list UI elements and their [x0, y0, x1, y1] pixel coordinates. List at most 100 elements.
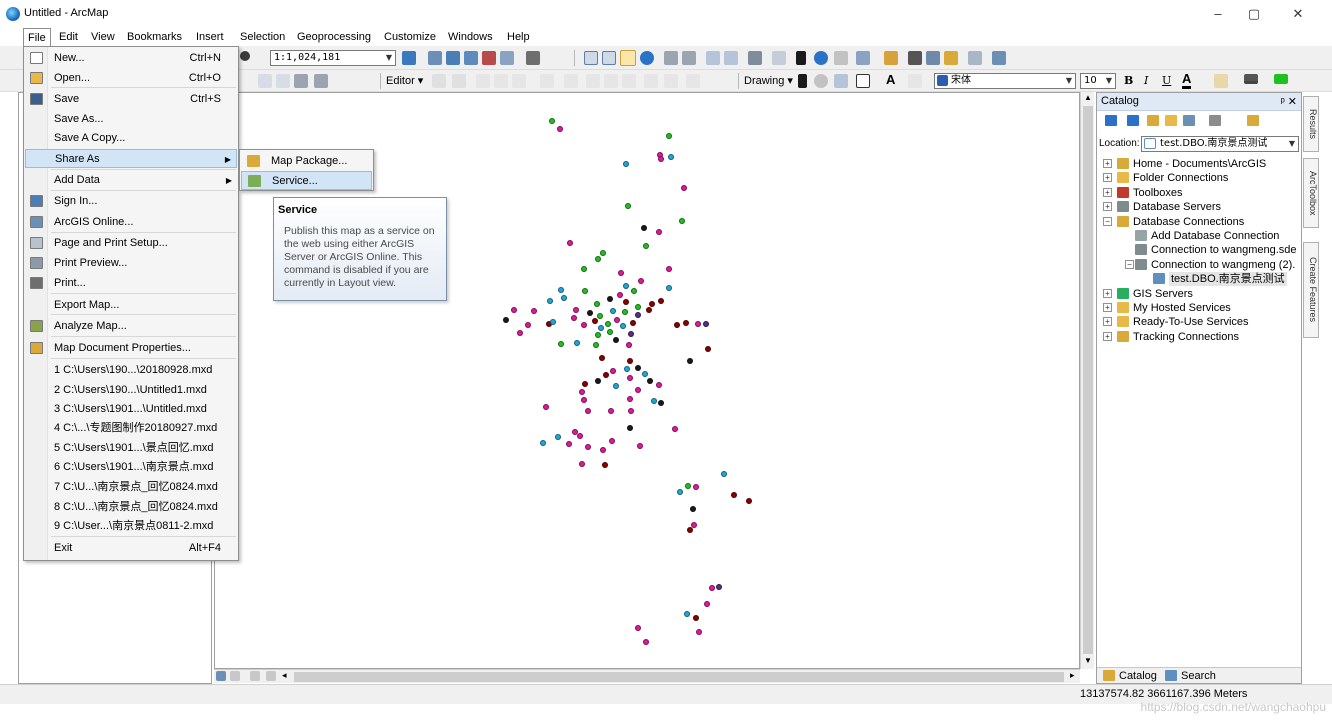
rotate-icon[interactable]: [622, 74, 636, 88]
new-text-icon[interactable]: A: [886, 73, 895, 87]
layout-view-icon[interactable]: [258, 74, 272, 88]
pause-drawing-icon[interactable]: [266, 671, 276, 681]
file-menu-item-export-map[interactable]: Export Map...: [25, 296, 237, 315]
views-icon[interactable]: [1209, 115, 1221, 126]
file-menu-item-new[interactable]: New... Ctrl+N: [25, 49, 237, 68]
back-arrow-icon[interactable]: [1105, 115, 1117, 126]
catalog-window-icon[interactable]: [464, 51, 478, 65]
side-tab-arctoolbox[interactable]: ArcToolbox: [1303, 158, 1319, 228]
collapse-icon[interactable]: −: [1125, 260, 1134, 269]
attributes-icon[interactable]: [644, 74, 658, 88]
map-vertical-scrollbar[interactable]: ▲ ▼: [1080, 92, 1094, 669]
expand-icon[interactable]: +: [1103, 202, 1112, 211]
refresh-icon[interactable]: [250, 671, 260, 681]
menu-file[interactable]: File: [23, 28, 51, 46]
expand-icon[interactable]: +: [1103, 188, 1112, 197]
print-layout-icon[interactable]: [314, 74, 328, 88]
file-menu-item-page-and-print-setup[interactable]: Page and Print Setup...: [25, 234, 237, 253]
location-combo[interactable]: test.DBO.南京景点测试 ▼: [1141, 136, 1299, 152]
connect-folder-icon[interactable]: [1183, 115, 1195, 126]
sketch-properties-icon[interactable]: [664, 74, 678, 88]
tab-search[interactable]: Search: [1181, 669, 1216, 683]
reshape-feature-icon[interactable]: [564, 74, 578, 88]
time-slider-icon[interactable]: [968, 51, 982, 65]
python-window-icon[interactable]: [500, 51, 514, 65]
menu-selection[interactable]: Selection: [236, 28, 289, 46]
file-menu-item-2-c-users-190-untitled1-mxd[interactable]: 2 C:\Users\190...\Untitled1.mxd: [25, 381, 237, 400]
up-folder-icon[interactable]: [1147, 115, 1159, 126]
side-tab-create-features[interactable]: Create Features: [1303, 242, 1319, 338]
cut-polygons-icon[interactable]: [586, 74, 600, 88]
scroll-up-icon[interactable]: ▲: [1084, 93, 1092, 102]
file-menu-item-7-c-u-0824-mxd[interactable]: 7 C:\U...\南京景点_回忆0824.mxd: [25, 478, 237, 497]
font-name-combo[interactable]: 宋体 ▼: [934, 73, 1076, 89]
editor-toolbar-icon[interactable]: [402, 51, 416, 65]
zoom-to-selected-elements-icon[interactable]: [834, 74, 848, 88]
arctoolbox-icon[interactable]: [482, 51, 496, 65]
scrollbar-thumb[interactable]: [1083, 106, 1093, 654]
scroll-down-icon[interactable]: ▼: [1084, 656, 1092, 665]
file-menu-item-6-c-users-1901-mxd[interactable]: 6 C:\Users\1901...\南京景点.mxd: [25, 458, 237, 477]
font-size-combo[interactable]: 10 ▼: [1080, 73, 1116, 89]
go-back-icon[interactable]: [706, 51, 720, 65]
straight-segment-icon[interactable]: [476, 74, 490, 88]
expand-icon[interactable]: +: [1103, 289, 1112, 298]
font-color-button[interactable]: A: [1182, 72, 1192, 89]
editor-menu-button[interactable]: Editor ▾: [386, 74, 423, 88]
expand-icon[interactable]: +: [1103, 159, 1112, 168]
catalog-item-home-documents-arcgis[interactable]: Home - Documents\ArcGIS: [1133, 157, 1266, 171]
zoom-out-icon[interactable]: [602, 51, 616, 65]
file-menu-item-share-as[interactable]: Share As ▶: [25, 149, 237, 168]
end-point-arc-icon[interactable]: [494, 74, 508, 88]
catalog-item-database-servers[interactable]: Database Servers: [1133, 200, 1221, 214]
catalog-item-gis-servers[interactable]: GIS Servers: [1133, 287, 1193, 301]
file-menu-item-5-c-users-1901-mxd[interactable]: 5 C:\Users\1901...\景点回忆.mxd: [25, 439, 237, 458]
tab-catalog[interactable]: Catalog: [1119, 669, 1157, 683]
scrollbar-thumb[interactable]: [294, 672, 1064, 682]
map-horizontal-scrollbar[interactable]: ◂ ▸: [214, 669, 1080, 683]
identify-icon[interactable]: [814, 51, 828, 65]
layout-view-toggle-icon[interactable]: [216, 671, 226, 681]
file-menu-item-8-c-u-0824-mxd[interactable]: 8 C:\U...\南京景点_回忆0824.mxd: [25, 498, 237, 517]
map-scale-combo[interactable]: 1:1,024,181 ▼: [270, 50, 396, 66]
find-route-icon[interactable]: [926, 51, 940, 65]
underline-button[interactable]: U: [1162, 74, 1171, 88]
html-popup-icon[interactable]: [856, 51, 870, 65]
file-menu-item-open[interactable]: Open... Ctrl+O: [25, 69, 237, 88]
scroll-right-icon[interactable]: ▸: [1070, 670, 1075, 681]
close-button[interactable]: ✕: [1284, 4, 1312, 24]
table-icon[interactable]: [428, 51, 442, 65]
menu-view[interactable]: View: [87, 28, 119, 46]
file-menu-item-sign-in[interactable]: Sign In...: [25, 192, 237, 211]
file-menu-item-save[interactable]: Save Ctrl+S: [25, 90, 237, 109]
side-tab-results[interactable]: Results: [1303, 96, 1319, 152]
layer-properties-icon[interactable]: [294, 74, 308, 88]
bold-button[interactable]: B: [1124, 74, 1133, 88]
file-menu-item-4-c-20180927-mxd[interactable]: 4 C:\...\专题图制作20180927.mxd: [25, 419, 237, 438]
pan-hand-icon[interactable]: [620, 50, 636, 66]
submenu-item-map-package[interactable]: Map Package...: [241, 152, 372, 171]
catalog-item-test-dbo[interactable]: test.DBO.南京景点测试: [1169, 272, 1287, 286]
catalog-pin-close-button[interactable]: ᵖ ✕: [1281, 95, 1297, 108]
file-menu-item-9-c-user-0811-2-mxd[interactable]: 9 C:\User...\南京景点0811-2.mxd: [25, 517, 237, 536]
zoom-in-icon[interactable]: [584, 51, 598, 65]
file-menu-item-print[interactable]: Print...: [25, 274, 237, 293]
catalog-item-connection-to-wangmeng-sde[interactable]: Connection to wangmeng.sde: [1151, 243, 1297, 257]
catalog-item-add-database-connection[interactable]: Add Database Connection: [1151, 229, 1279, 243]
trace-icon[interactable]: [512, 74, 526, 88]
measure-icon[interactable]: [884, 51, 898, 65]
file-menu-item-save-as[interactable]: Save As...: [25, 110, 237, 129]
expand-icon[interactable]: +: [1103, 317, 1112, 326]
menu-bookmarks[interactable]: Bookmarks: [123, 28, 186, 46]
file-menu-item-arcgis-online[interactable]: ArcGIS Online...: [25, 213, 237, 232]
clear-selection-icon[interactable]: [772, 51, 786, 65]
find-binoculars-icon[interactable]: [908, 51, 922, 65]
rotate-element-icon[interactable]: [814, 74, 828, 88]
go-forward-icon[interactable]: [724, 51, 738, 65]
marker-color-icon[interactable]: [1274, 74, 1288, 84]
edit-annotation-icon[interactable]: [452, 74, 466, 88]
file-menu-item-save-a-copy[interactable]: Save A Copy...: [25, 129, 237, 148]
catalog-item-ready-to-use-services[interactable]: Ready-To-Use Services: [1133, 315, 1249, 329]
edit-tool-icon[interactable]: [432, 74, 446, 88]
file-menu-item-3-c-users-1901-untitled-mxd[interactable]: 3 C:\Users\1901...\Untitled.mxd: [25, 400, 237, 419]
